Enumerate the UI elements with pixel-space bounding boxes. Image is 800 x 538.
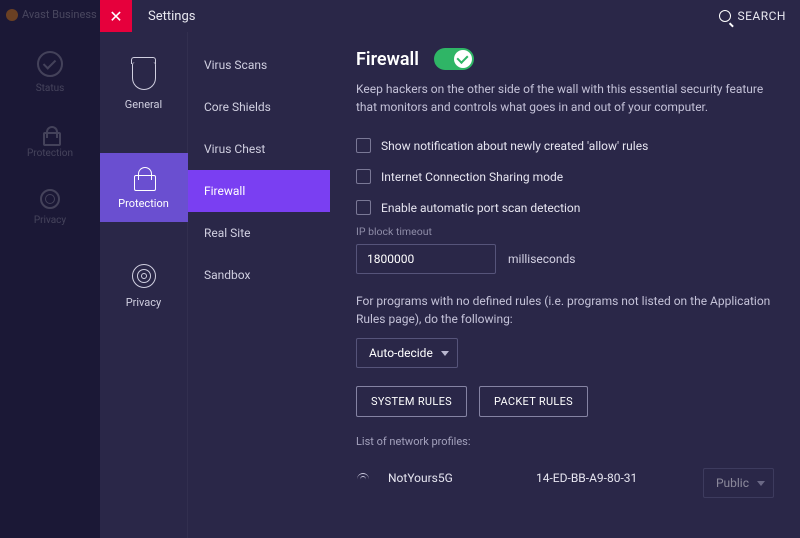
search-button[interactable]: SEARCH bbox=[719, 9, 786, 23]
rules-button-row: SYSTEM RULES PACKET RULES bbox=[356, 386, 774, 417]
label-ics-mode: Internet Connection Sharing mode bbox=[381, 170, 563, 184]
firewall-description: Keep hackers on the other side of the wa… bbox=[356, 80, 774, 116]
profile-type-select[interactable]: Public bbox=[703, 468, 774, 498]
settings-category-column: General Protection Privacy bbox=[100, 32, 188, 538]
undefined-rules-select-value: Auto-decide bbox=[369, 346, 433, 360]
avast-logo-icon bbox=[6, 9, 18, 21]
ip-block-row: milliseconds bbox=[356, 244, 774, 274]
close-icon: ✕ bbox=[109, 7, 122, 26]
app-title: Avast Business bbox=[0, 8, 97, 21]
ip-block-timeout-label: IP block timeout bbox=[356, 225, 774, 238]
settings-body: General Protection Privacy Virus Scans C… bbox=[100, 32, 800, 538]
toggle-knob-check-icon bbox=[454, 50, 472, 68]
checkbox-show-notification[interactable] bbox=[356, 138, 371, 153]
category-privacy-label: Privacy bbox=[126, 296, 162, 309]
chevron-down-icon bbox=[757, 481, 765, 486]
subnav-firewall[interactable]: Firewall bbox=[188, 170, 330, 212]
settings-header: ✕ Settings SEARCH bbox=[100, 0, 800, 32]
subnav-virus-chest[interactable]: Virus Chest bbox=[188, 128, 330, 170]
nav-protection[interactable]: Protection bbox=[27, 124, 73, 159]
category-privacy[interactable]: Privacy bbox=[100, 252, 188, 321]
nav-status-label: Status bbox=[36, 83, 65, 94]
ip-block-timeout-input[interactable] bbox=[356, 244, 496, 274]
undefined-rules-text: For programs with no defined rules (i.e.… bbox=[356, 292, 774, 328]
settings-title: Settings bbox=[148, 9, 195, 24]
nav-privacy-label: Privacy bbox=[34, 215, 66, 226]
subnav-virus-scans[interactable]: Virus Scans bbox=[188, 44, 330, 86]
checkbox-ics-mode[interactable] bbox=[356, 169, 371, 184]
subnav-core-shields[interactable]: Core Shields bbox=[188, 86, 330, 128]
subnav-real-site[interactable]: Real Site bbox=[188, 212, 330, 254]
network-profile-row: NotYours5G 14-ED-BB-A9-80-31 Public bbox=[356, 458, 774, 498]
nav-protection-label: Protection bbox=[27, 148, 73, 159]
profile-name: NotYours5G bbox=[388, 471, 518, 485]
subnav-sandbox[interactable]: Sandbox bbox=[188, 254, 330, 296]
settings-subnav: Virus Scans Core Shields Virus Chest Fir… bbox=[188, 32, 330, 538]
row-show-notification: Show notification about newly created 'a… bbox=[356, 138, 774, 153]
nav-status[interactable]: Status bbox=[36, 51, 65, 94]
category-general[interactable]: General bbox=[100, 50, 188, 123]
status-check-icon bbox=[37, 51, 63, 77]
firewall-heading: Firewall bbox=[356, 49, 419, 70]
app-title-text: Avast Business bbox=[22, 8, 97, 21]
profile-mac: 14-ED-BB-A9-80-31 bbox=[536, 471, 685, 485]
profile-type-value: Public bbox=[716, 476, 749, 490]
fingerprint-icon bbox=[40, 189, 60, 209]
firewall-toggle[interactable] bbox=[434, 48, 474, 70]
undefined-rules-select[interactable]: Auto-decide bbox=[356, 338, 458, 368]
chevron-down-icon bbox=[441, 351, 449, 356]
lock-icon bbox=[41, 124, 59, 142]
fingerprint-icon bbox=[132, 264, 156, 288]
settings-modal: ✕ Settings SEARCH General Protection Pri… bbox=[100, 0, 800, 538]
settings-content: Firewall Keep hackers on the other side … bbox=[330, 32, 800, 538]
checkbox-port-scan[interactable] bbox=[356, 200, 371, 215]
row-port-scan: Enable automatic port scan detection bbox=[356, 200, 774, 215]
search-label: SEARCH bbox=[737, 9, 786, 23]
shield-icon bbox=[132, 62, 156, 90]
close-button[interactable]: ✕ bbox=[100, 0, 132, 32]
category-general-label: General bbox=[125, 98, 162, 111]
category-protection-label: Protection bbox=[118, 197, 169, 210]
ip-block-unit: milliseconds bbox=[508, 252, 575, 266]
system-rules-button[interactable]: SYSTEM RULES bbox=[356, 386, 467, 417]
network-profiles-label: List of network profiles: bbox=[356, 435, 774, 448]
app-nav-sidebar: Avast Business Status Protection Privacy bbox=[0, 0, 100, 538]
label-port-scan: Enable automatic port scan detection bbox=[381, 201, 580, 215]
nav-privacy[interactable]: Privacy bbox=[34, 189, 66, 226]
lock-icon bbox=[134, 165, 154, 189]
label-show-notification: Show notification about newly created 'a… bbox=[381, 139, 648, 153]
row-ics-mode: Internet Connection Sharing mode bbox=[356, 169, 774, 184]
packet-rules-button[interactable]: PACKET RULES bbox=[479, 386, 588, 417]
search-icon bbox=[719, 10, 731, 22]
category-protection[interactable]: Protection bbox=[100, 153, 188, 222]
